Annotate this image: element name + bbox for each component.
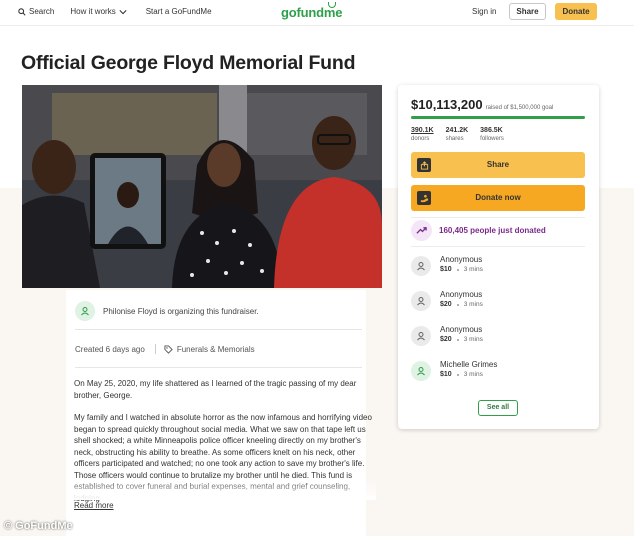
meta-separator — [154, 344, 156, 354]
nav-left: Search How it works Start a GoFundMe — [18, 7, 228, 16]
dot-separator — [456, 304, 459, 306]
stat-shares: 241.2K shares — [446, 127, 469, 143]
dot-separator — [456, 339, 459, 341]
donate-button-label: Donate now — [475, 193, 521, 202]
dot-separator — [456, 269, 459, 271]
stat-value: 390.1K — [411, 127, 434, 134]
divider — [75, 329, 362, 330]
donor-avatar-icon — [411, 291, 431, 311]
stat-value: 386.5K — [480, 127, 503, 134]
nav-donate-button[interactable]: Donate — [555, 3, 597, 20]
top-nav: Search How it works Start a GoFundMe gof… — [0, 0, 634, 26]
donor-name: Anonymous — [440, 290, 483, 299]
donation-item: Anonymous $20 3 mins — [411, 325, 497, 360]
donor-avatar-icon — [411, 326, 431, 346]
campaign-meta: Created 6 days ago Funerals & Memorials — [75, 344, 255, 354]
how-it-works-label: How it works — [70, 7, 116, 16]
donor-avatar-icon — [411, 256, 431, 276]
donation-trend: 160,405 people just donated — [411, 220, 546, 241]
created-date: Created 6 days ago — [75, 344, 145, 354]
stats-row: 390.1K donors 241.2K shares 386.5K follo… — [411, 127, 516, 143]
stat-label: donors — [411, 136, 430, 142]
read-more-link[interactable]: Read more — [74, 501, 114, 510]
donation-item: Anonymous $10 3 mins — [411, 255, 497, 290]
donation-amount: $10 — [440, 371, 452, 378]
donation-amount: $20 — [440, 301, 452, 308]
category-link[interactable]: Funerals & Memorials — [177, 345, 255, 354]
recent-donations: Anonymous $10 3 mins Anonymous $20 3 mins … — [411, 255, 497, 395]
stat-label: followers — [480, 136, 504, 142]
donor-name: Anonymous — [440, 325, 483, 334]
share-icon — [417, 158, 431, 172]
start-gofundme-label: Start a GoFundMe — [145, 7, 212, 16]
stat-label: shares — [445, 136, 464, 142]
donate-now-button[interactable]: Donate now — [411, 185, 585, 211]
donation-amount: $10 — [440, 266, 452, 273]
raised-summary: $10,113,200 raised of $1,500,000 goal — [411, 97, 553, 112]
donation-amount: $20 — [440, 336, 452, 343]
trending-up-icon — [411, 220, 432, 241]
donation-time: 3 mins — [463, 336, 483, 343]
donation-panel: $10,113,200 raised of $1,500,000 goal 39… — [398, 85, 599, 429]
donation-time: 3 mins — [463, 266, 483, 273]
stat-followers: 386.5K followers — [480, 127, 504, 143]
search-link[interactable]: Search — [18, 7, 54, 16]
chevron-down-icon — [119, 9, 127, 14]
goal-text: raised of $1,500,000 goal — [485, 105, 554, 111]
start-gofundme-link[interactable]: Start a GoFundMe — [146, 7, 212, 16]
story-fade — [66, 478, 376, 500]
donation-time: 3 mins — [463, 301, 483, 308]
trend-text: 160,405 people just donated — [439, 226, 546, 235]
raised-amount: $10,113,200 — [411, 97, 483, 112]
dot-separator — [456, 374, 459, 376]
organizer-text: Philonise Floyd is organizing this fundr… — [103, 306, 259, 316]
nav-share-button[interactable]: Share — [509, 3, 546, 20]
tag-icon — [164, 344, 173, 354]
donor-name: Anonymous — [440, 255, 483, 264]
progress-fill — [411, 116, 585, 119]
donation-item: Michelle Grimes $10 3 mins — [411, 360, 497, 395]
copyright-watermark: © GoFundMe — [4, 520, 73, 532]
campaign-photo[interactable] — [22, 85, 382, 288]
donor-avatar-icon — [411, 361, 431, 381]
donor-name: Michelle Grimes — [440, 360, 498, 369]
stat-value: 241.2K — [445, 127, 469, 134]
story-paragraph: On May 25, 2020, my life shattered as I … — [74, 379, 357, 400]
share-button-label: Share — [486, 160, 510, 169]
stat-donors[interactable]: 390.1K donors — [411, 127, 434, 143]
organizer-row[interactable]: Philonise Floyd is organizing this fundr… — [75, 301, 259, 321]
search-icon — [18, 7, 26, 16]
share-button[interactable]: Share — [411, 152, 585, 178]
user-avatar-icon — [75, 301, 95, 321]
divider — [411, 246, 585, 247]
campaign-photo-art — [22, 85, 382, 288]
progress-bar — [411, 116, 585, 119]
donate-hand-icon — [417, 191, 431, 205]
donation-item: Anonymous $20 3 mins — [411, 290, 497, 325]
donation-time: 3 mins — [463, 371, 483, 378]
sign-in-link[interactable]: Sign in — [472, 7, 496, 16]
see-all-button[interactable]: See all — [478, 400, 518, 416]
how-it-works-menu[interactable]: How it works — [70, 7, 129, 16]
campaign-title: Official George Floyd Memorial Fund — [21, 52, 356, 74]
divider — [411, 217, 585, 218]
search-label: Search — [29, 7, 55, 16]
divider — [75, 367, 362, 368]
